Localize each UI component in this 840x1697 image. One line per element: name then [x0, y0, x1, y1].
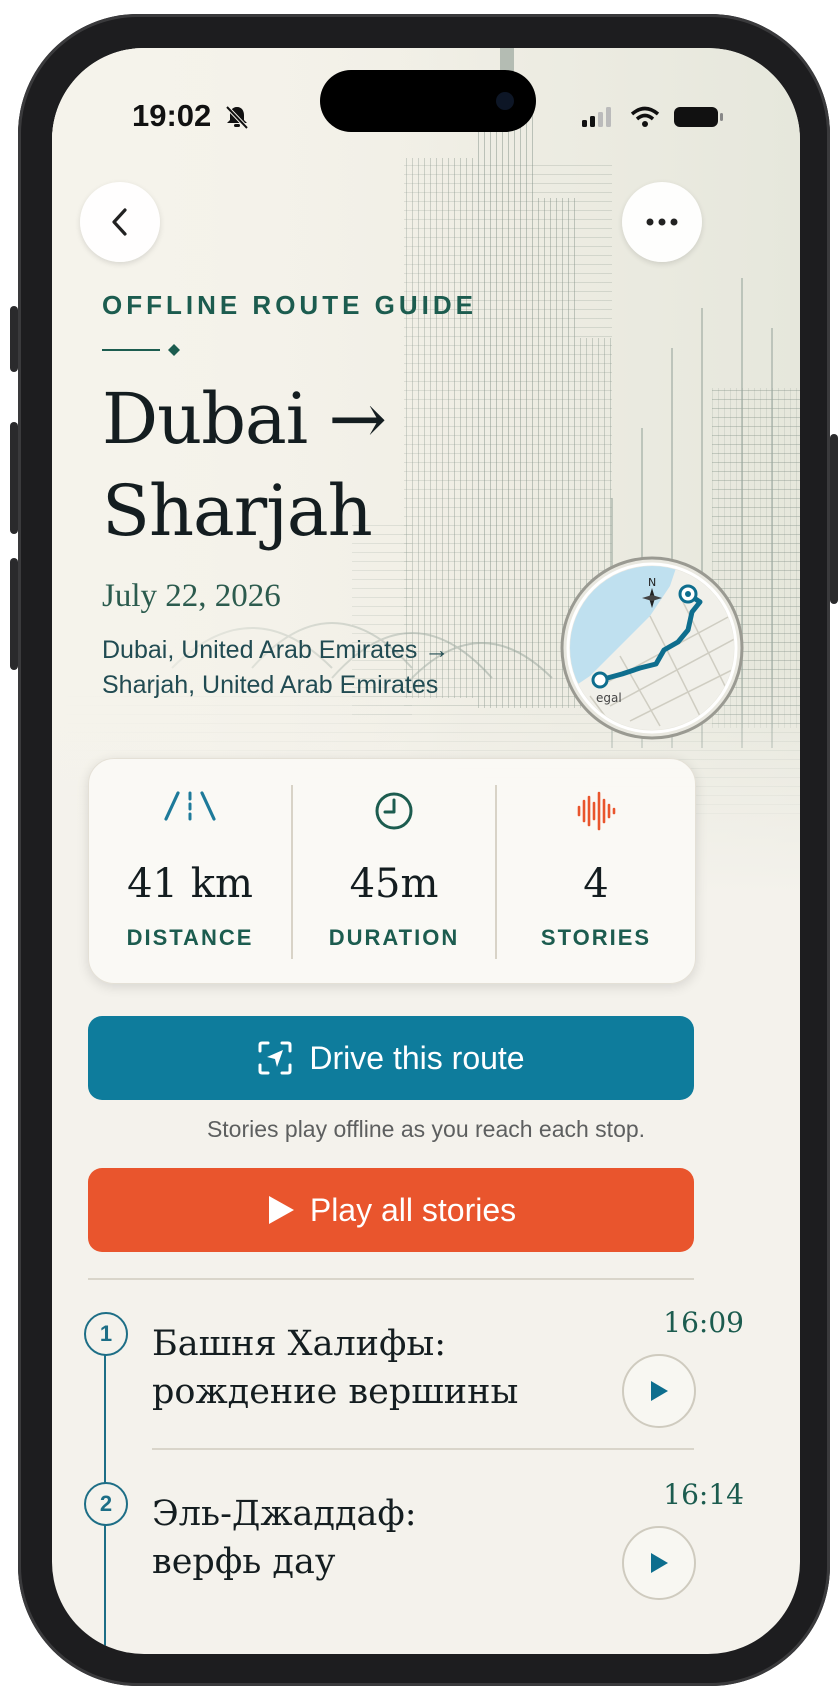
story-title-line-2: верфь дау [152, 1542, 336, 1582]
title-line-1: Dubai → [102, 378, 387, 460]
dynamic-island [320, 70, 536, 132]
status-indicators [582, 104, 732, 135]
volume-up-button [10, 422, 18, 534]
story-number-badge: 1 [84, 1312, 128, 1356]
waveform-icon [577, 791, 616, 831]
route-destination: Sharjah, United Arab Emirates [102, 671, 439, 699]
stat-distance-value: 41 km [127, 861, 253, 907]
stat-distance-label: DISTANCE [126, 925, 254, 950]
route-date: July 22, 2026 [102, 578, 281, 614]
route-stats-card: 41 km DISTANCE 45m DURATION 4 STORIES [88, 758, 696, 984]
stat-stories: 4 STORIES [495, 759, 697, 983]
stat-stories-label: STORIES [540, 925, 652, 950]
play-all-stories-button[interactable]: Play all stories [88, 1168, 694, 1252]
stat-duration-label: DURATION [328, 925, 460, 950]
signal-wifi-battery-icon [582, 106, 723, 127]
stat-duration-value: 45m [349, 861, 439, 907]
story-time: 16:09 [663, 1306, 744, 1339]
back-button[interactable] [80, 182, 160, 262]
map-place-label: egal [596, 691, 622, 705]
status-time: 19:02 [132, 98, 212, 133]
story-time: 16:14 [663, 1478, 744, 1511]
navigation-scan-icon [258, 1041, 292, 1075]
drive-hint-text: Stories play offline as you reach each s… [206, 1116, 646, 1142]
route-endpoints: Dubai, United Arab Emirates → Sharjah, U… [102, 633, 502, 703]
decorative-rule [102, 344, 180, 356]
story-title: Башня Халифы: рождение вершины [152, 1320, 592, 1416]
ellipsis-icon [646, 218, 678, 226]
title-line-2: Sharjah [102, 470, 373, 552]
app-screen: 19:02 OFFLINE ROUTE GUIDE Dubai → Sharja… [52, 48, 800, 1654]
play-icon [651, 1553, 668, 1573]
route-origin: Dubai, United Arab Emirates → [102, 636, 450, 664]
clock-icon [375, 792, 413, 830]
stat-duration: 45m DURATION [293, 759, 495, 983]
action-button [10, 306, 18, 372]
stat-stories-value: 4 [583, 861, 609, 907]
volume-down-button [10, 558, 18, 670]
power-button [830, 434, 838, 604]
story-number-badge: 2 [84, 1482, 128, 1526]
list-divider [152, 1448, 694, 1450]
drive-route-button[interactable]: Drive this route [88, 1016, 694, 1100]
story-title: Эль-Джаддаф: верфь дау [152, 1490, 592, 1586]
svg-text:N: N [648, 576, 656, 589]
more-options-button[interactable] [622, 182, 702, 262]
play-all-label: Play all stories [309, 1191, 517, 1228]
silent-bell-icon [225, 105, 249, 130]
story-play-button[interactable] [622, 1354, 696, 1428]
story-title-line-1: Эль-Джаддаф: [152, 1494, 417, 1534]
section-eyebrow: OFFLINE ROUTE GUIDE [102, 290, 477, 320]
route-map-thumbnail[interactable]: N egal [560, 556, 744, 740]
story-title-line-2: рождение вершины [152, 1372, 519, 1412]
chevron-left-icon [112, 208, 127, 236]
page-title: Dubai → Sharjah [102, 373, 522, 557]
story-title-line-1: Башня Халифы: [152, 1324, 447, 1364]
front-camera [496, 92, 514, 110]
list-divider [88, 1278, 694, 1280]
story-play-button[interactable] [622, 1526, 696, 1600]
play-icon [651, 1381, 668, 1401]
stat-distance: 41 km DISTANCE [89, 759, 291, 983]
drive-route-label: Drive this route [309, 1039, 525, 1076]
road-icon [164, 791, 216, 821]
play-icon [268, 1196, 294, 1224]
